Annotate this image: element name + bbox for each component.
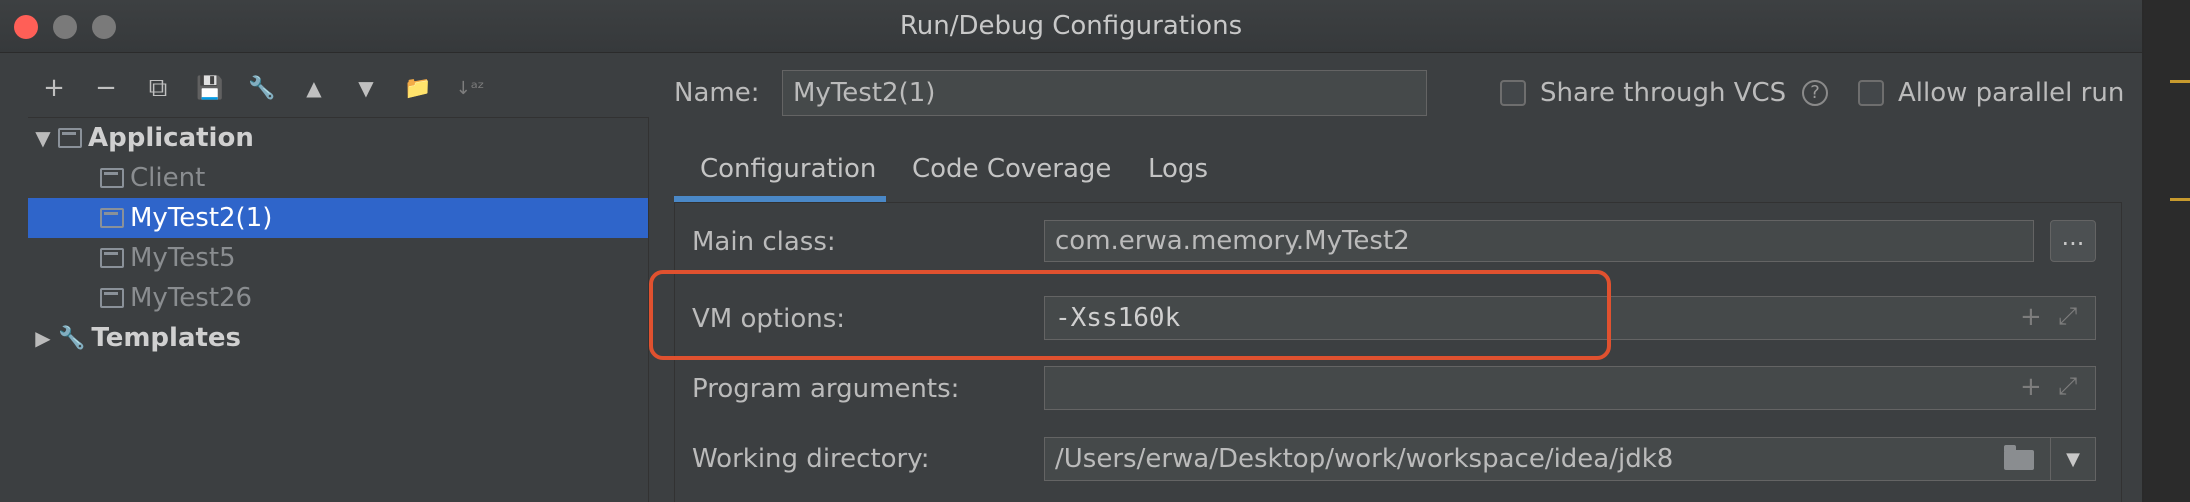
config-icon xyxy=(100,168,124,188)
main-class-label: Main class: xyxy=(692,227,836,257)
fullscreen-icon[interactable]: ⤢ xyxy=(2058,372,2077,400)
folder-icon[interactable] xyxy=(2004,445,2034,470)
application-icon xyxy=(58,128,82,148)
sort-icon[interactable]: ↓ᵃᶻ xyxy=(444,68,496,108)
configurations-tree: ▼ Application Client MyTest2(1) MyTest5 … xyxy=(28,117,649,502)
tree-item-label: Client xyxy=(130,163,206,193)
tree-node-label: Templates xyxy=(91,323,242,353)
wrench-icon[interactable]: 🔧 xyxy=(236,68,288,108)
main-class-input[interactable]: com.erwa.memory.MyTest2 xyxy=(1044,220,2034,262)
tree-item-label: MyTest2(1) xyxy=(130,203,273,233)
config-icon xyxy=(100,248,124,268)
move-down-icon[interactable]: ▼ xyxy=(340,68,392,108)
new-folder-icon[interactable]: 📁 xyxy=(392,68,444,108)
config-icon xyxy=(100,288,124,308)
expand-icon[interactable]: + xyxy=(2020,302,2042,332)
help-icon[interactable]: ? xyxy=(1802,80,1828,106)
tab-configuration[interactable]: Configuration xyxy=(700,150,876,202)
tree-item-mytest5[interactable]: MyTest5 xyxy=(28,238,648,278)
editor-gutter-mark xyxy=(2170,198,2190,201)
tree-item-label: MyTest26 xyxy=(130,283,253,313)
name-input[interactable]: MyTest2(1) xyxy=(782,70,1427,116)
working-directory-label: Working directory: xyxy=(692,444,930,474)
tree-node-label: Application xyxy=(88,123,254,153)
add-icon[interactable]: + xyxy=(28,68,80,108)
run-debug-dialog: Run/Debug Configurations + − ⧉ 💾 🔧 ▲ ▼ 📁… xyxy=(0,0,2144,502)
collapse-arrow-icon[interactable]: ▶ xyxy=(28,326,58,350)
remove-icon[interactable]: − xyxy=(80,68,132,108)
move-up-icon[interactable]: ▲ xyxy=(288,68,340,108)
title-bar: Run/Debug Configurations xyxy=(0,0,2142,53)
tree-item-mytest26[interactable]: MyTest26 xyxy=(28,278,648,318)
parallel-run-label: Allow parallel run xyxy=(1898,78,2125,108)
tree-item-label: MyTest5 xyxy=(130,243,236,273)
config-icon xyxy=(100,208,124,228)
editor-gutter-mark xyxy=(2170,80,2190,83)
tree-item-mytest2-1[interactable]: MyTest2(1) xyxy=(28,198,648,238)
working-directory-input[interactable]: /Users/erwa/Desktop/work/workspace/idea/… xyxy=(1044,437,2052,481)
tab-code-coverage[interactable]: Code Coverage xyxy=(912,150,1111,202)
wrench-icon: 🔧 xyxy=(58,325,86,351)
window-title: Run/Debug Configurations xyxy=(899,11,1243,41)
browse-main-class-button[interactable]: ... xyxy=(2050,220,2096,262)
configurations-toolbar: + − ⧉ 💾 🔧 ▲ ▼ 📁 ↓ᵃᶻ xyxy=(28,68,496,108)
tree-node-application[interactable]: ▼ Application xyxy=(28,118,648,158)
name-label: Name: xyxy=(674,78,760,108)
fullscreen-icon[interactable]: ⤢ xyxy=(2058,302,2077,330)
parallel-run-checkbox[interactable] xyxy=(1858,80,1884,106)
share-vcs-label: Share through VCS xyxy=(1540,78,1787,108)
program-arguments-label: Program arguments: xyxy=(692,374,960,404)
save-icon[interactable]: 💾 xyxy=(184,68,236,108)
share-vcs-checkbox[interactable] xyxy=(1500,80,1526,106)
vm-options-highlight-box xyxy=(649,270,1611,360)
tree-item-client[interactable]: Client xyxy=(28,158,648,198)
working-directory-dropdown[interactable]: ▼ xyxy=(2050,437,2096,481)
expand-icon[interactable]: + xyxy=(2020,372,2042,402)
expand-arrow-icon[interactable]: ▼ xyxy=(28,126,58,150)
tree-node-templates[interactable]: ▶ 🔧 Templates xyxy=(28,318,648,358)
copy-icon[interactable]: ⧉ xyxy=(132,68,184,108)
tab-logs[interactable]: Logs xyxy=(1148,150,1208,202)
program-arguments-input[interactable] xyxy=(1044,366,2096,410)
